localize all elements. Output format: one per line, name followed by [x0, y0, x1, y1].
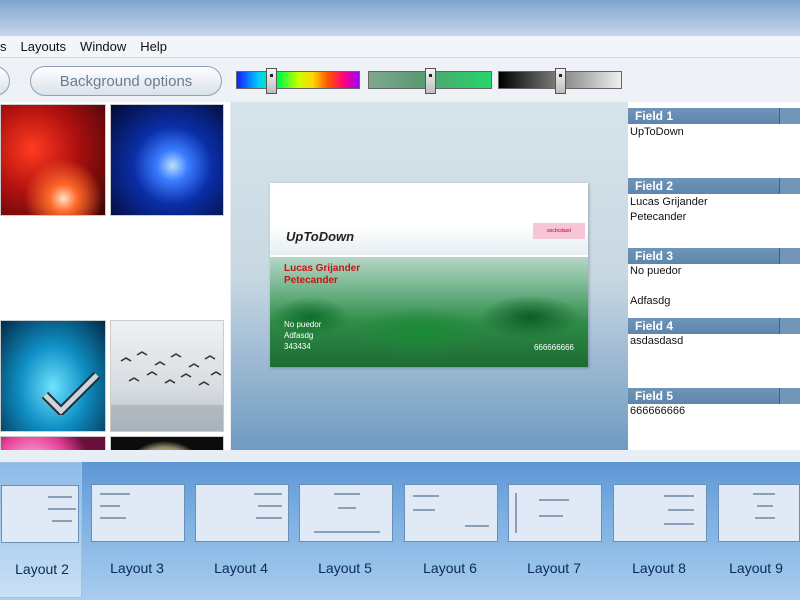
field-4[interactable]: Field 4 asdasdasd [628, 312, 800, 382]
background-options-button[interactable]: Background options [30, 66, 222, 96]
layout-item-6[interactable]: Layout 6 [398, 462, 502, 598]
menu-item-window[interactable]: Window [73, 39, 133, 54]
layout-item-7[interactable]: Layout 7 [502, 462, 606, 598]
hue-slider[interactable] [236, 68, 360, 94]
partial-option-button[interactable] [0, 66, 10, 96]
green-tint-slider[interactable] [368, 68, 492, 94]
field-header: Field 1 [628, 108, 800, 124]
birds-icon [111, 351, 223, 431]
field-header: Field 3 [628, 248, 800, 264]
card-name-line1: Lucas Grijander [284, 263, 361, 274]
field-5[interactable]: Field 5 666666666 [628, 382, 800, 452]
layout-label: Layout 6 [423, 560, 477, 576]
card-company-title: UpToDown [286, 229, 355, 244]
layout-strip: Layout 2 Layout 3 Layout 4 Layout 5 Layo… [0, 462, 800, 600]
field-value[interactable]: Adfasdg [630, 295, 670, 307]
menu-item-help[interactable]: Help [133, 39, 174, 54]
field-header: Field 4 [628, 318, 800, 334]
menu-item-layouts[interactable]: Layouts [14, 39, 74, 54]
fields-panel: Field 1 UpToDown Field 2 Lucas Grijander… [628, 102, 800, 450]
strip-separator [0, 450, 800, 462]
field-label: Field 1 [635, 109, 674, 123]
title-bar [0, 0, 800, 36]
field-label: Field 2 [635, 179, 674, 193]
card-name: Lucas Grijander Petecander [284, 263, 360, 287]
blue-fireworks-thumbnail[interactable] [110, 104, 224, 216]
card-badge: ascbcdasd [533, 223, 585, 239]
field-header: Field 2 [628, 178, 800, 194]
layout-thumbnail [404, 484, 498, 542]
green-tint-slider-thumb[interactable] [425, 68, 436, 94]
flying-birds-thumbnail[interactable] [110, 320, 224, 432]
red-fireworks-thumbnail[interactable] [0, 104, 106, 216]
business-card-preview[interactable]: UpToDown ascbcdasd Lucas Grijander Petec… [270, 183, 588, 367]
layout-item-2[interactable]: Layout 2 [0, 462, 82, 598]
field-value[interactable]: 666666666 [630, 405, 685, 417]
menu-bar: s Layouts Window Help [0, 36, 800, 58]
card-header [270, 183, 588, 255]
field-value[interactable]: Lucas Grijander [630, 196, 708, 208]
field-value[interactable]: UpToDown [630, 126, 684, 138]
field-2[interactable]: Field 2 Lucas Grijander Petecander [628, 172, 800, 242]
hue-slider-thumb[interactable] [266, 68, 277, 94]
field-1[interactable]: Field 1 UpToDown [628, 102, 800, 172]
layout-label: Layout 4 [214, 560, 268, 576]
layout-thumbnail [299, 484, 393, 542]
checkmark-icon [41, 371, 101, 415]
menu-item-tools[interactable]: s [0, 39, 14, 54]
layout-item-4[interactable]: Layout 4 [189, 462, 293, 598]
layout-thumbnail [718, 484, 800, 542]
layout-label: Layout 2 [15, 561, 69, 577]
card-name-line2: Petecander [284, 275, 338, 286]
field-3[interactable]: Field 3 No puedor Adfasdg [628, 242, 800, 312]
card-phone: 666666666 [533, 343, 574, 352]
layout-thumbnail [508, 484, 602, 542]
field-label: Field 4 [635, 319, 674, 333]
layout-thumbnail [1, 485, 79, 543]
brightness-slider-thumb[interactable] [555, 68, 566, 94]
field-label: Field 5 [635, 389, 674, 403]
layout-label: Layout 8 [632, 560, 686, 576]
card-preview-area: UpToDown ascbcdasd Lucas Grijander Petec… [231, 102, 628, 450]
layout-item-9[interactable]: Layout 9 [712, 462, 800, 598]
card-forest-background: Lucas Grijander Petecander No puedor Adf… [270, 257, 588, 367]
brightness-slider[interactable] [498, 68, 622, 94]
layout-item-5[interactable]: Layout 5 [293, 462, 397, 598]
layout-item-8[interactable]: Layout 8 [607, 462, 711, 598]
field-value[interactable]: Petecander [630, 211, 686, 223]
layout-label: Layout 3 [110, 560, 164, 576]
card-detail-line3: 343434 [284, 342, 311, 351]
layout-item-3[interactable]: Layout 3 [85, 462, 189, 598]
layout-thumbnail [91, 484, 185, 542]
layout-thumbnail [195, 484, 289, 542]
coral-reef-thumbnail[interactable] [0, 320, 106, 432]
field-header: Field 5 [628, 388, 800, 404]
layout-label: Layout 9 [729, 560, 783, 576]
layout-label: Layout 7 [527, 560, 581, 576]
card-detail-line1: No puedor [284, 320, 322, 329]
field-value[interactable]: No puedor [630, 265, 681, 277]
card-details: No puedor Adfasdg 343434 [284, 319, 321, 352]
field-label: Field 3 [635, 249, 674, 263]
card-detail-line2: Adfasdg [284, 331, 314, 340]
layout-label: Layout 5 [318, 560, 372, 576]
field-value[interactable]: asdasdasd [630, 335, 683, 347]
layout-thumbnail [613, 484, 707, 542]
toolbar: Background options [0, 58, 800, 102]
background-gallery [0, 102, 230, 548]
